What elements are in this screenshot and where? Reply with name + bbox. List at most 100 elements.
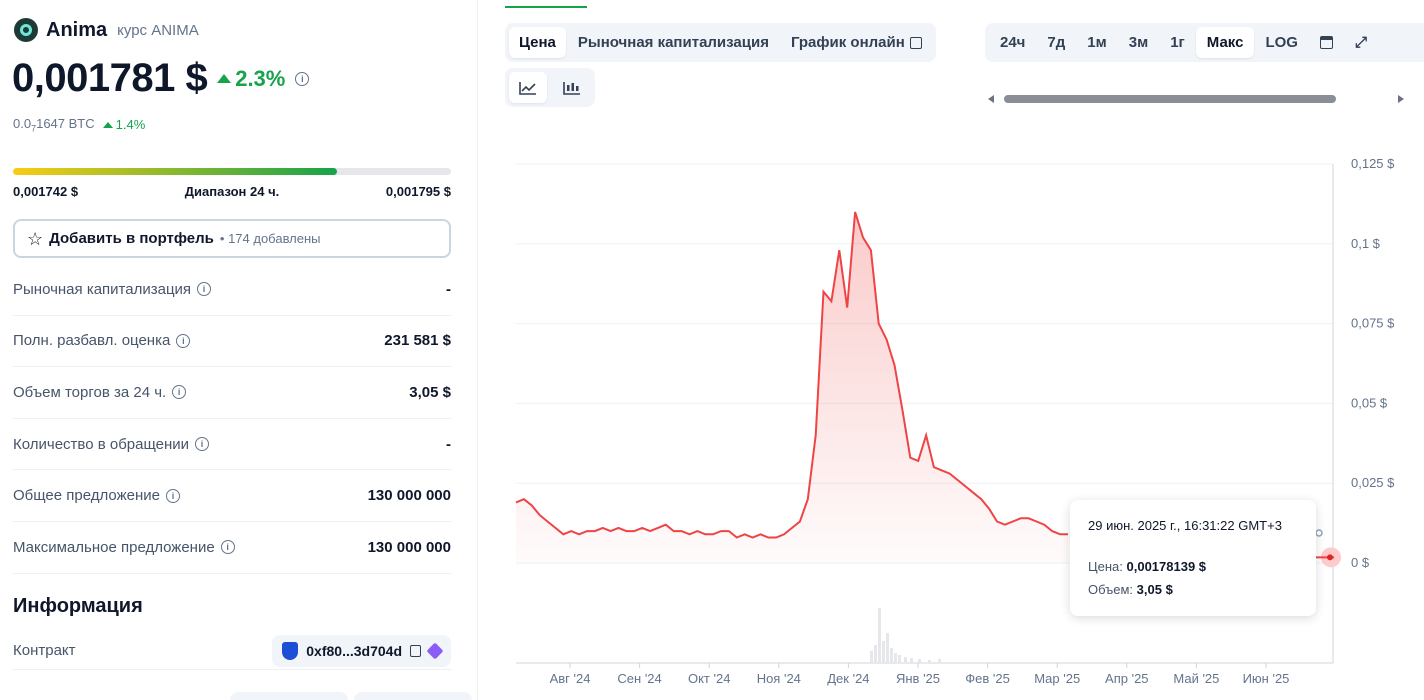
arrow-up-icon [217,74,232,83]
tab-price[interactable]: Цена [509,27,566,58]
info-section-title: Информация [13,595,143,617]
arrow-up-icon [102,121,113,128]
coin-price: 0,001781 $ [12,56,208,100]
x-tick-label: Фев '25 [965,671,1010,686]
chart-type-tabs: Цена Рыночная капитализация График онлай… [505,23,936,62]
btc-price-row: 0.071647 BTC 1.4% [13,116,145,134]
volume-bar [890,648,893,663]
y-tick-label: 0,05 $ [1351,395,1388,410]
range-max[interactable]: Макс [1195,27,1255,58]
chart-scrollbar[interactable] [986,92,1406,106]
scroll-left-icon[interactable] [988,95,994,103]
calendar-button[interactable] [1309,27,1344,58]
coin-info-panel: Anima курс ANIMA 0,001781 $ 2.3% i 0.071… [0,0,478,700]
x-tick-label: Май '25 [1173,671,1219,686]
contract-address-pill[interactable]: 0xf80...3d704d [272,634,451,667]
info-icon[interactable]: i [166,488,180,503]
expand-button[interactable]: ⤢ [1344,27,1378,58]
tooltip-price-value: 0,00178139 $ [1126,559,1207,574]
tooltip-price-row: Цена: 0,00178139 $ [1088,559,1298,574]
info-icon[interactable]: i [197,282,212,297]
tooltip-price-label: Цена: [1088,559,1123,574]
stat-label: Рыночная капитализация [13,280,192,298]
y-tick-label: 0,075 $ [1351,316,1395,331]
stat-value: - [446,280,451,298]
info-icon[interactable]: i [176,333,191,348]
price-row: 0,001781 $ 2.3% i [12,56,310,101]
stat-label: Количество в обращении [13,435,190,453]
tab-live-chart-label: График онлайн [790,34,905,51]
more-buttons [230,692,472,700]
info-icon[interactable]: i [172,385,187,400]
x-tick-label: Сен '24 [617,671,661,686]
price-change: 2.3% [217,66,285,92]
range-24h-labels: 0,001742 $ Диапазон 24 ч. 0,001795 $ [13,184,451,199]
portfolio-added-count: • 174 добавлены [219,231,321,246]
volume-bar [870,651,873,663]
stat-row-volume: Объем торгов за 24 ч. i 3,05 $ [13,367,451,419]
info-icon[interactable]: i [220,540,235,555]
volume-bar [928,660,931,663]
wallet-icon[interactable] [426,642,444,659]
y-tick-label: 0,125 $ [1351,156,1395,171]
range-3m[interactable]: 3м [1118,27,1159,58]
volume-bar [910,658,913,663]
info-icon[interactable]: i [195,437,210,452]
range-tabs: 24ч 7д 1м 3м 1г Макс LOG ⤢ [985,23,1424,62]
y-tick-label: 0,1 $ [1351,236,1381,251]
line-chart-button[interactable] [509,72,547,103]
btc-price: 0.071647 BTC [13,116,95,134]
stat-label: Общее предложение [13,487,160,505]
tab-live-chart[interactable]: График онлайн [781,27,932,58]
add-to-portfolio-button[interactable]: ☆ Добавить в портфель • 174 добавлены [13,219,451,258]
tooltip-volume-value: 3,05 $ [1136,582,1173,597]
contract-label: Контракт [13,642,76,659]
stat-row-total-supply: Общее предложение i 130 000 000 [13,470,451,522]
x-tick-label: Ноя '24 [757,671,801,686]
candlestick-icon [563,81,580,95]
expand-icon: ⤢ [1354,34,1367,51]
star-icon: ☆ [27,228,44,249]
range-low: 0,001742 $ [13,184,79,199]
stat-value: - [446,435,451,453]
stat-row-fdv: Полн. разбавл. оценка i 231 581 $ [13,316,451,368]
info-icon[interactable]: i [295,71,310,86]
tooltip-volume-label: Объем: [1088,582,1134,597]
stat-value: 3,05 $ [409,383,451,401]
stat-value: 231 581 $ [384,332,451,350]
stat-row-circulating: Количество в обращении i - [13,419,451,471]
scroll-right-icon[interactable] [1398,95,1404,103]
scroll-thumb[interactable] [1004,95,1336,103]
x-tick-label: Авг '24 [550,671,591,686]
shield-icon [282,641,299,660]
stat-value: 130 000 000 [367,487,451,505]
range-1y[interactable]: 1г [1159,27,1196,58]
tab-market-cap[interactable]: Рыночная капитализация [568,27,779,58]
copy-icon[interactable] [410,644,421,657]
volume-bar [904,657,907,663]
stat-row-market-cap: Рыночная капитализация i - [13,264,451,316]
range-high: 0,001795 $ [385,184,451,199]
price-area [516,211,1068,563]
tooltip-volume-row: Объем: 3,05 $ [1088,582,1298,597]
x-tick-label: Мар '25 [1034,671,1080,686]
x-tick-label: Янв '25 [896,671,940,686]
coin-name: Anima [46,18,108,41]
range-1m[interactable]: 1м [1076,27,1117,58]
coin-header: Anima курс ANIMA [14,18,199,42]
contract-row: Контракт 0xf80...3d704d [13,632,451,670]
candlestick-chart-button[interactable] [553,72,591,103]
x-tick-label: Дек '24 [827,671,869,686]
x-tick-label: Апр '25 [1105,671,1149,686]
volume-bar [874,645,877,663]
y-tick-label: 0 $ [1351,555,1370,570]
stats-list: Рыночная капитализация i - Полн. разбавл.… [13,264,451,574]
range-24h[interactable]: 24ч [989,27,1036,58]
volume-bar [918,659,921,663]
range-24h-fill [13,168,338,175]
range-log[interactable]: LOG [1254,27,1309,58]
volume-bar [938,659,941,663]
volume-bar [894,653,897,663]
y-tick-label: 0,025 $ [1351,475,1395,490]
range-7d[interactable]: 7д [1036,27,1076,58]
